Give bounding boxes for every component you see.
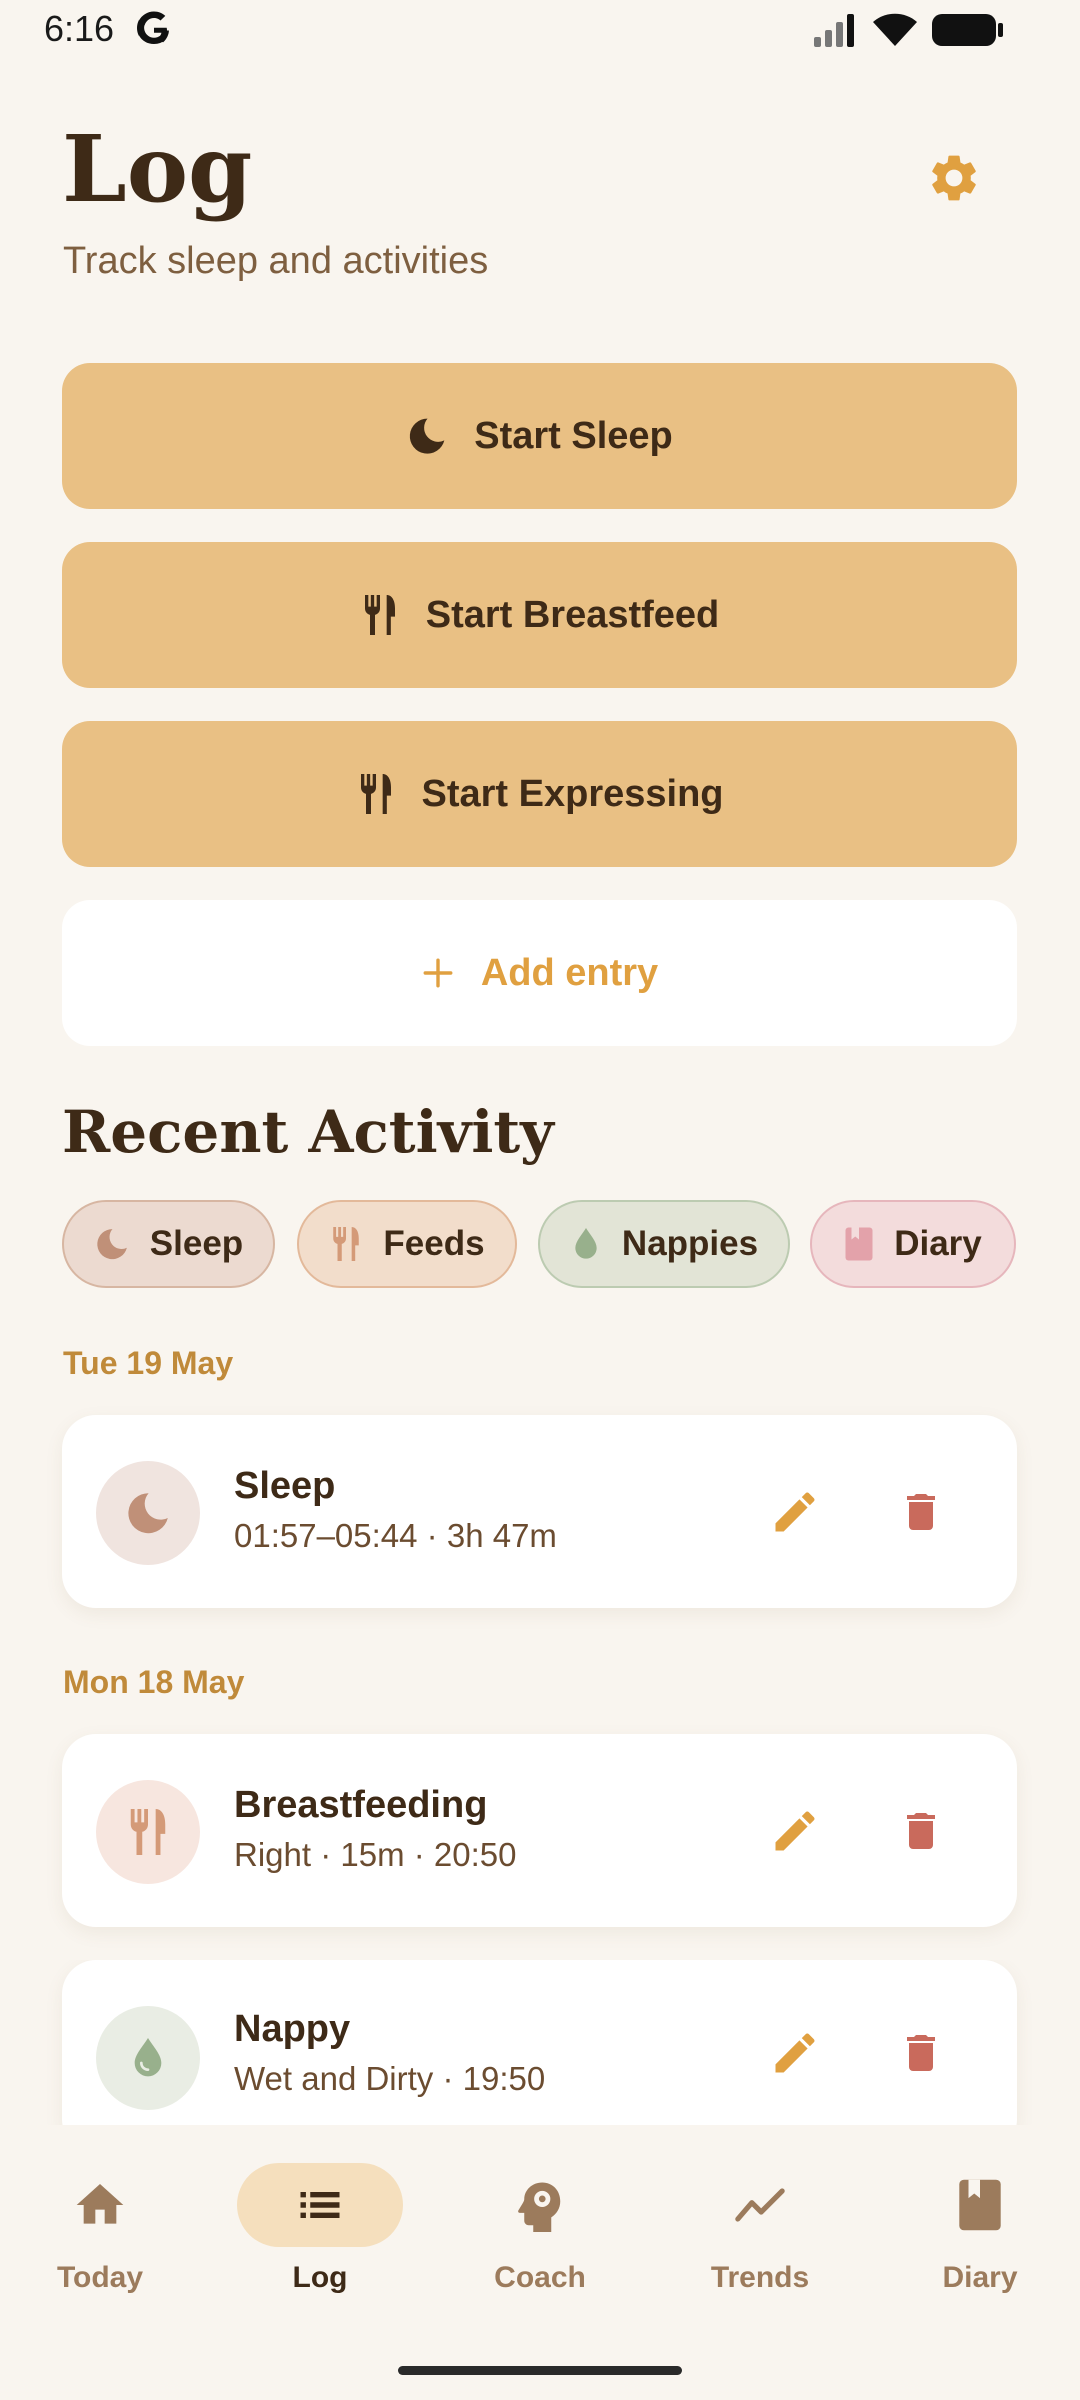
filter-chip-nappies[interactable]: Nappies xyxy=(538,1200,790,1288)
pencil-icon xyxy=(775,2033,815,2073)
nav-icon-container xyxy=(17,2163,183,2247)
head-gear-icon xyxy=(518,2182,561,2232)
book-icon xyxy=(845,1227,873,1261)
nav-label: Diary xyxy=(942,2261,1018,2294)
trash-icon xyxy=(907,2035,935,2071)
nav-icon-container xyxy=(897,2163,1063,2247)
start-sleep-button[interactable]: Start Sleep xyxy=(62,363,1017,509)
utensils-icon xyxy=(130,1809,166,1855)
card-title: Sleep xyxy=(234,1465,336,1507)
card-icon xyxy=(96,1780,200,1884)
page-subtitle: Track sleep and activities xyxy=(63,240,489,282)
moon-icon xyxy=(410,418,445,454)
activity-card-breastfeeding[interactable]: Breastfeeding Right · 15m · 20:50 xyxy=(62,1734,1017,1927)
card-icon xyxy=(96,1461,200,1565)
nav-item-coach[interactable]: Coach xyxy=(455,2163,625,2323)
filter-chip-feeds[interactable]: Feeds xyxy=(297,1200,517,1288)
droplet-icon xyxy=(134,2038,162,2077)
card-icon xyxy=(96,2006,200,2110)
status-time: 6:16 xyxy=(44,8,115,49)
plus-icon xyxy=(423,958,453,988)
list-icon xyxy=(300,2192,340,2218)
settings-button[interactable] xyxy=(926,150,982,206)
nav-label: Coach xyxy=(494,2261,586,2294)
nav-icon-container xyxy=(457,2163,623,2247)
add-entry-button[interactable]: Add entry xyxy=(62,900,1017,1046)
filter-chip-label: Feeds xyxy=(383,1224,485,1263)
utensils-icon xyxy=(364,595,395,635)
delete-button[interactable] xyxy=(888,2020,954,2086)
signal-icon xyxy=(814,14,854,47)
nav-item-diary[interactable]: Diary xyxy=(895,2163,1065,2323)
filter-chip-label: Diary xyxy=(894,1224,982,1263)
delete-button[interactable] xyxy=(888,1479,954,1545)
start-breastfeed-label: Start Breastfeed xyxy=(425,593,720,636)
nav-item-today[interactable]: Today xyxy=(15,2163,185,2323)
trash-icon xyxy=(907,1813,935,1849)
date-header: Tue 19 May xyxy=(63,1345,234,1381)
bottom-nav: Today Log Coach Trends Diary xyxy=(0,2125,1080,2400)
home-icon xyxy=(76,2184,124,2224)
battery-icon xyxy=(932,14,1003,46)
pencil-icon xyxy=(775,1492,815,1532)
card-title: Nappy xyxy=(234,2008,351,2050)
droplet-icon xyxy=(575,1228,597,1259)
moon-icon xyxy=(128,1493,168,1534)
status-icons xyxy=(812,12,1004,48)
card-detail: 01:57–05:44 · 3h 47m xyxy=(234,1517,557,1554)
card-detail: Wet and Dirty · 19:50 xyxy=(234,2060,546,2097)
edit-button[interactable] xyxy=(762,1479,828,1545)
activity-card-nappy[interactable]: Nappy Wet and Dirty · 19:50 xyxy=(62,1960,1017,2125)
nav-label: Log xyxy=(292,2261,348,2294)
page-title: Log xyxy=(62,115,253,223)
start-expressing-button[interactable]: Start Expressing xyxy=(62,721,1017,867)
add-entry-label: Add entry xyxy=(480,951,659,994)
filter-chip-diary[interactable]: Diary xyxy=(810,1200,1016,1288)
filter-chip-label: Nappies xyxy=(621,1224,759,1263)
delete-button[interactable] xyxy=(888,1798,954,1864)
date-header: Mon 18 May xyxy=(63,1664,245,1700)
google-icon xyxy=(137,11,169,44)
home-indicator[interactable] xyxy=(398,2366,682,2375)
moon-icon xyxy=(97,1229,127,1260)
filter-chip-sleep[interactable]: Sleep xyxy=(62,1200,275,1288)
nav-item-trends[interactable]: Trends xyxy=(675,2163,845,2323)
start-sleep-label: Start Sleep xyxy=(474,414,673,457)
section-title: Recent Activity xyxy=(62,1098,554,1166)
status-bar: 6:16 xyxy=(0,0,1080,64)
start-expressing-label: Start Expressing xyxy=(421,772,724,815)
card-title: Breastfeeding xyxy=(234,1784,488,1826)
edit-button[interactable] xyxy=(762,1798,828,1864)
gear-icon xyxy=(932,155,976,201)
filter-chip-label: Sleep xyxy=(149,1224,244,1263)
nav-icon-container xyxy=(677,2163,843,2247)
nav-icon-container xyxy=(237,2163,403,2247)
wifi-icon xyxy=(873,13,917,46)
nav-item-log[interactable]: Log xyxy=(235,2163,405,2323)
card-detail: Right · 15m · 20:50 xyxy=(234,1836,517,1873)
activity-card-sleep[interactable]: Sleep 01:57–05:44 · 3h 47m xyxy=(62,1415,1017,1608)
pencil-icon xyxy=(775,1811,815,1851)
book-icon xyxy=(959,2179,1001,2231)
nav-label: Today xyxy=(56,2261,144,2294)
list-scroll-area[interactable]: Nappy Wet and Dirty · 19:50 xyxy=(0,1960,1080,2125)
utensils-icon xyxy=(360,774,391,814)
trash-icon xyxy=(907,1494,935,1530)
nav-label: Trends xyxy=(710,2261,810,2294)
trend-line-icon xyxy=(735,2188,785,2222)
start-breastfeed-button[interactable]: Start Breastfeed xyxy=(62,542,1017,688)
utensils-icon xyxy=(333,1227,360,1261)
edit-button[interactable] xyxy=(762,2020,828,2086)
